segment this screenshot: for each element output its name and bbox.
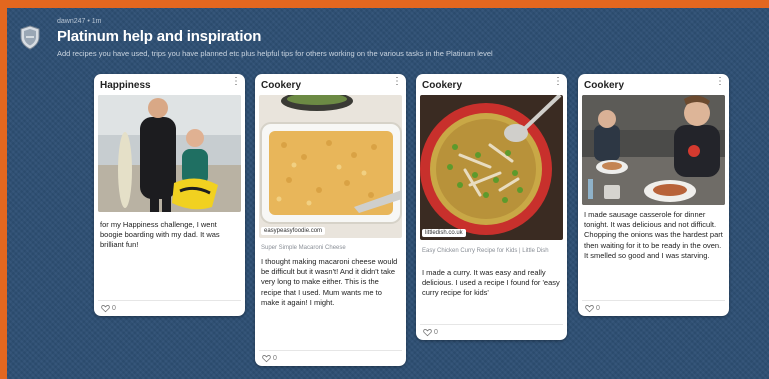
- post-card-curry[interactable]: Cookery ⋮ littledish.co.uk Easy Chicken …: [416, 74, 567, 340]
- heart-outline-icon: [262, 355, 271, 363]
- post-card-happiness[interactable]: Happiness ⋮ for my Happiness challenge, …: [94, 74, 245, 316]
- post-card-macaroni[interactable]: Cookery ⋮ easypeasyfoodie.com Super Simp…: [255, 74, 406, 366]
- card-header: Cookery ⋮: [578, 74, 729, 94]
- link-preview-image[interactable]: littledish.co.uk: [420, 95, 563, 240]
- link-title[interactable]: Easy Chicken Curry Recipe for Kids | Lit…: [422, 247, 561, 255]
- post-body: I made sausage casserole for dinner toni…: [584, 210, 723, 260]
- like-button[interactable]: 0: [101, 304, 116, 313]
- card-header: Cookery ⋮: [416, 74, 567, 94]
- post-body: I made a curry. It was easy and really d…: [422, 268, 560, 298]
- post-image-dinner[interactable]: [582, 95, 725, 205]
- like-count: 0: [596, 305, 600, 312]
- author-name[interactable]: dawn247: [57, 18, 85, 25]
- card-footer: 0: [259, 350, 402, 366]
- post-time: 1m: [91, 18, 102, 25]
- like-button[interactable]: 0: [585, 304, 600, 313]
- vertical-dots-icon[interactable]: ⋮: [231, 77, 241, 87]
- heart-outline-icon: [585, 305, 594, 313]
- author-avatar[interactable]: [19, 25, 41, 50]
- card-column-title: Cookery: [584, 80, 625, 91]
- card-column-title: Cookery: [261, 80, 302, 91]
- heart-outline-icon: [101, 305, 110, 313]
- vertical-dots-icon[interactable]: ⋮: [392, 77, 402, 87]
- board-description: Add recipes you have used, trips you hav…: [57, 49, 493, 58]
- like-button[interactable]: 0: [423, 328, 438, 337]
- like-count: 0: [434, 329, 438, 336]
- card-column-title: Cookery: [422, 80, 463, 91]
- card-column-title: Happiness: [100, 80, 151, 91]
- post-image-boogie-boarding[interactable]: [98, 95, 241, 212]
- shield-crest-icon: [20, 25, 40, 50]
- card-footer: 0: [582, 300, 725, 316]
- vertical-dots-icon[interactable]: ⋮: [715, 77, 725, 87]
- photo-chicken-curry: [420, 95, 563, 240]
- like-count: 0: [273, 355, 277, 362]
- heart-outline-icon: [423, 329, 432, 337]
- photo-macaroni-cheese: [259, 95, 402, 238]
- card-header: Cookery ⋮: [255, 74, 406, 94]
- padlet-board: dawn247 • 1m Platinum help and inspirati…: [7, 8, 769, 379]
- photo-beach: [98, 95, 241, 212]
- card-footer: 0: [98, 300, 241, 316]
- post-body: I thought making macaroni cheese would b…: [261, 257, 398, 307]
- photo-dinner-table: [582, 95, 725, 205]
- post-body: for my Happiness challenge, I went boogi…: [100, 220, 220, 250]
- vertical-dots-icon[interactable]: ⋮: [553, 77, 563, 87]
- link-title[interactable]: Super Simple Macaroni Cheese: [261, 245, 346, 251]
- link-source: easypeasyfoodie.com: [261, 227, 326, 235]
- link-preview-image[interactable]: easypeasyfoodie.com: [259, 95, 402, 238]
- post-meta: dawn247 • 1m: [57, 18, 102, 25]
- card-header: Happiness ⋮: [94, 74, 245, 94]
- post-card-casserole[interactable]: Cookery ⋮ I made sausage casserole for d…: [578, 74, 729, 316]
- card-footer: 0: [420, 324, 563, 340]
- like-count: 0: [112, 305, 116, 312]
- board-title: Platinum help and inspiration: [57, 28, 262, 45]
- link-source: littledish.co.uk: [422, 229, 466, 237]
- like-button[interactable]: 0: [262, 354, 277, 363]
